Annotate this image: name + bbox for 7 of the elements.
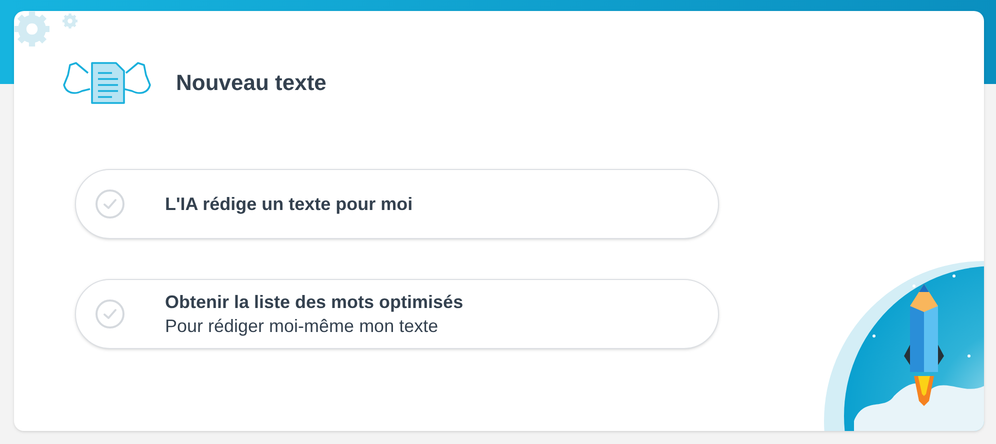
option-button[interactable]: Obtenir la liste des mots optimisés Pour rédiger moi-même mon texte (75, 279, 719, 349)
option-title: Obtenir la liste des mots optimisés (165, 291, 464, 314)
option-subtitle: Pour rédiger moi-même mon texte (165, 315, 440, 338)
strong-document-icon (62, 59, 152, 105)
option-title: L'IA rédige un texte pour moi (165, 193, 413, 216)
page-title: Nouveau texte (176, 68, 326, 96)
option-button[interactable]: L'IA rédige un texte pour moi (75, 169, 719, 239)
